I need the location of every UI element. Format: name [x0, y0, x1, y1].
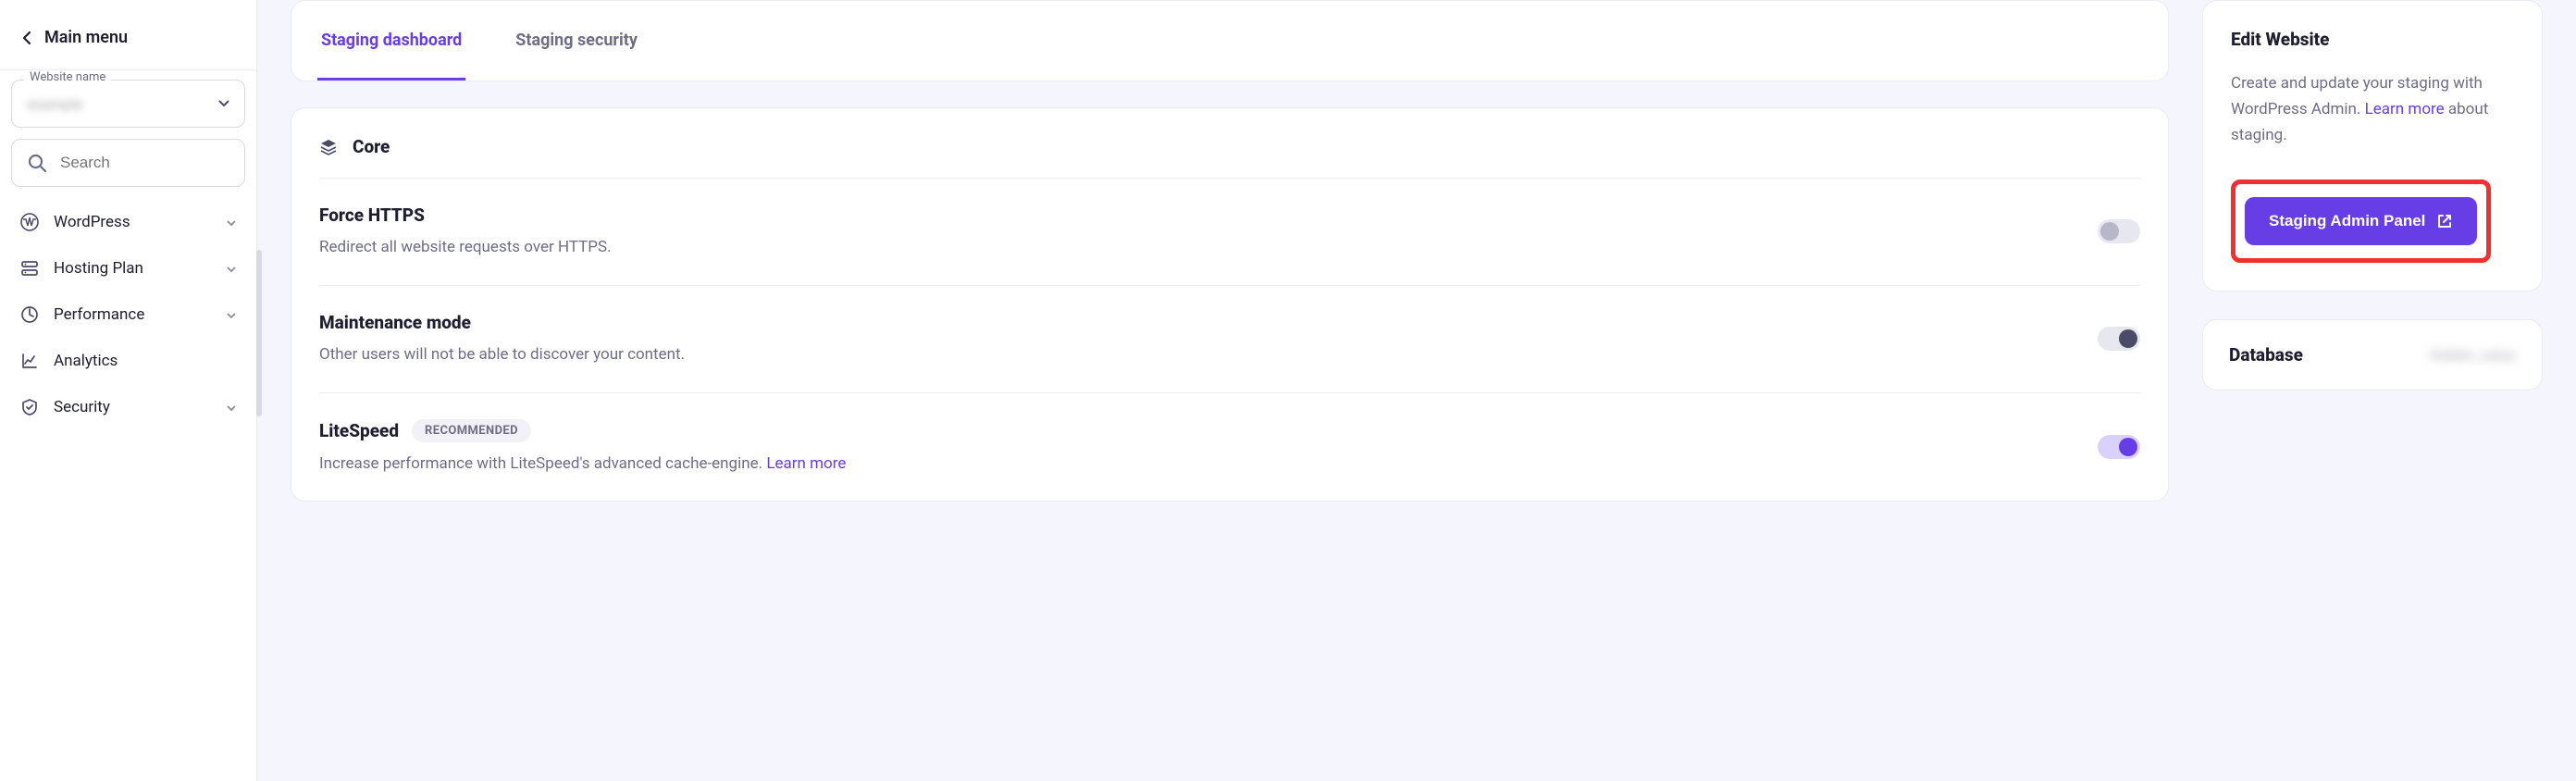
- scrollbar[interactable]: [256, 250, 262, 416]
- setting-title: LiteSpeed: [319, 420, 399, 441]
- website-select[interactable]: example: [11, 80, 245, 128]
- sidebar-item-security[interactable]: Security: [9, 385, 247, 429]
- setting-title: Maintenance mode: [319, 312, 471, 333]
- toggle-force-https[interactable]: [2098, 219, 2140, 243]
- shield-icon: [20, 398, 39, 416]
- search-icon: [27, 153, 47, 173]
- sidebar-item-hosting-plan[interactable]: Hosting Plan: [9, 246, 247, 291]
- chevron-left-icon: [22, 31, 31, 45]
- panel-title: Edit Website: [2231, 29, 2514, 50]
- website-select-value: example: [27, 95, 83, 113]
- setting-desc: Other users will not be able to discover…: [319, 344, 2075, 366]
- setting-force-https: Force HTTPS Redirect all website request…: [319, 178, 2140, 285]
- core-card: Core Force HTTPS Redirect all website re…: [291, 107, 2169, 502]
- highlight-box: Staging Admin Panel: [2231, 180, 2491, 263]
- search-input[interactable]: [60, 154, 229, 172]
- panel-text: Create and update your staging with Word…: [2231, 70, 2514, 148]
- external-link-icon: [2436, 213, 2453, 229]
- learn-more-link[interactable]: Learn more: [766, 454, 846, 473]
- wordpress-icon: [20, 213, 39, 231]
- database-title: Database: [2229, 344, 2303, 366]
- website-field-label: Website name: [24, 70, 111, 84]
- sidebar-nav: WordPress Hosting Plan Performance: [0, 187, 256, 442]
- layers-icon: [319, 138, 338, 156]
- learn-more-link[interactable]: Learn more: [2365, 100, 2445, 118]
- tab-staging-security[interactable]: Staging security: [512, 1, 641, 81]
- recommended-badge: RECOMMENDED: [412, 419, 531, 442]
- sidebar-item-label: Performance: [54, 305, 212, 324]
- staging-admin-panel-button[interactable]: Staging Admin Panel: [2245, 197, 2477, 245]
- setting-litespeed: LiteSpeed RECOMMENDED Increase performan…: [319, 392, 2140, 502]
- toggle-litespeed[interactable]: [2098, 435, 2140, 459]
- search-box[interactable]: [11, 139, 245, 187]
- database-value: hidden_value: [2430, 346, 2516, 364]
- sidebar-item-analytics[interactable]: Analytics: [9, 339, 247, 383]
- sidebar-item-label: Analytics: [54, 352, 236, 370]
- setting-maintenance-mode: Maintenance mode Other users will not be…: [319, 285, 2140, 392]
- sidebar-item-label: Security: [54, 398, 212, 416]
- chart-icon: [20, 352, 39, 370]
- server-icon: [20, 259, 39, 278]
- sidebar: Main menu Website name example: [0, 0, 257, 781]
- database-card: Database hidden_value: [2202, 319, 2543, 390]
- back-to-main-menu[interactable]: Main menu: [0, 0, 256, 69]
- edit-website-panel: Edit Website Create and update your stag…: [2202, 0, 2543, 291]
- tabs-card: Staging dashboard Staging security: [291, 0, 2169, 81]
- caret-down-icon: [227, 398, 236, 416]
- caret-down-icon: [218, 100, 229, 107]
- core-title: Core: [353, 136, 390, 157]
- tab-staging-dashboard[interactable]: Staging dashboard: [317, 1, 465, 81]
- caret-down-icon: [227, 213, 236, 231]
- website-select-group: Website name example: [11, 80, 245, 128]
- caret-down-icon: [227, 305, 236, 324]
- caret-down-icon: [227, 259, 236, 278]
- main-content: Staging dashboard Staging security Core …: [257, 0, 2576, 781]
- setting-desc: Increase performance with LiteSpeed's ad…: [319, 453, 2075, 476]
- back-label: Main menu: [44, 28, 128, 47]
- sidebar-item-label: Hosting Plan: [54, 259, 212, 278]
- gauge-icon: [20, 305, 39, 324]
- setting-title: Force HTTPS: [319, 205, 425, 226]
- tabs: Staging dashboard Staging security: [317, 1, 2142, 81]
- core-header: Core: [319, 136, 2140, 178]
- sidebar-item-label: WordPress: [54, 213, 212, 231]
- sidebar-item-performance[interactable]: Performance: [9, 292, 247, 337]
- sidebar-item-wordpress[interactable]: WordPress: [9, 200, 247, 244]
- setting-desc: Redirect all website requests over HTTPS…: [319, 237, 2075, 259]
- toggle-maintenance-mode[interactable]: [2098, 327, 2140, 351]
